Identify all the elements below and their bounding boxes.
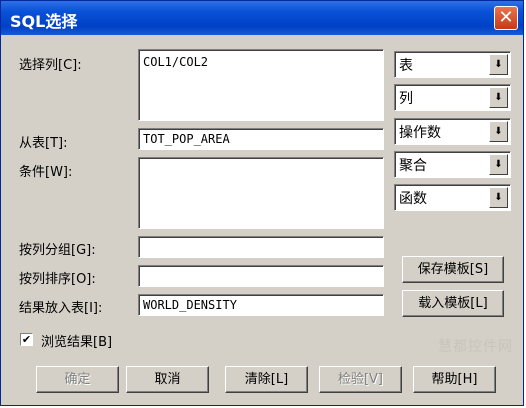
columns-label: 选择列[C]: xyxy=(19,58,82,73)
from-table-input[interactable]: TOT_POP_AREA xyxy=(138,128,384,150)
watermark: 慧都控件网 xyxy=(438,339,513,355)
combo-label: 函数 xyxy=(399,191,427,207)
condition-input[interactable] xyxy=(138,157,384,229)
combo-label: 聚合 xyxy=(399,158,427,174)
sql-select-dialog: SQL选择 ✕ 选择列[C]: 从表[T]: 条件[W]: 按列分组[G]: 按… xyxy=(0,0,524,406)
browse-results-label: 浏览结果[B] xyxy=(41,335,113,350)
columns-input[interactable]: COL1/COL2 xyxy=(138,49,384,121)
aggregate-combo[interactable]: 聚合 ⬇ xyxy=(394,151,511,178)
into-table-input[interactable]: WORLD_DENSITY xyxy=(138,294,384,316)
combo-label: 表 xyxy=(399,58,413,74)
ok-button[interactable]: 确定 xyxy=(36,366,119,393)
dropdown-arrow-icon[interactable]: ⬇ xyxy=(489,154,508,175)
dropdown-arrow-icon[interactable]: ⬇ xyxy=(489,54,508,75)
group-by-input[interactable] xyxy=(138,236,384,258)
from-table-label: 从表[T]: xyxy=(19,136,68,151)
browse-results-checkbox[interactable]: ✔ xyxy=(20,333,33,346)
combo-label: 列 xyxy=(399,91,413,107)
verify-button[interactable]: 检验[V] xyxy=(319,366,402,393)
order-by-label: 按列排序[O]: xyxy=(19,272,96,287)
dropdown-arrow-icon[interactable]: ⬇ xyxy=(489,187,508,208)
function-combo[interactable]: 函数 ⬇ xyxy=(394,184,511,211)
title-bar[interactable]: SQL选择 ✕ xyxy=(1,1,523,35)
help-button[interactable]: 帮助[H] xyxy=(413,366,496,393)
group-by-label: 按列分组[G]: xyxy=(19,243,96,258)
dropdown-arrow-icon[interactable]: ⬇ xyxy=(489,87,508,108)
into-table-label: 结果放入表[I]: xyxy=(19,301,103,316)
cancel-button[interactable]: 取消 xyxy=(126,366,209,393)
load-template-button[interactable]: 载入模板[L] xyxy=(402,290,504,317)
clear-button[interactable]: 清除[L] xyxy=(225,366,308,393)
table-combo[interactable]: 表 ⬇ xyxy=(394,51,511,78)
column-combo[interactable]: 列 ⬇ xyxy=(394,84,511,111)
combo-label: 操作数 xyxy=(399,125,441,141)
operator-combo[interactable]: 操作数 ⬇ xyxy=(394,118,511,145)
close-icon[interactable]: ✕ xyxy=(494,6,518,30)
condition-label: 条件[W]: xyxy=(19,165,73,180)
dropdown-arrow-icon[interactable]: ⬇ xyxy=(489,121,508,142)
order-by-input[interactable] xyxy=(138,265,384,287)
save-template-button[interactable]: 保存模板[S] xyxy=(402,256,504,283)
window-title: SQL选择 xyxy=(10,12,78,31)
